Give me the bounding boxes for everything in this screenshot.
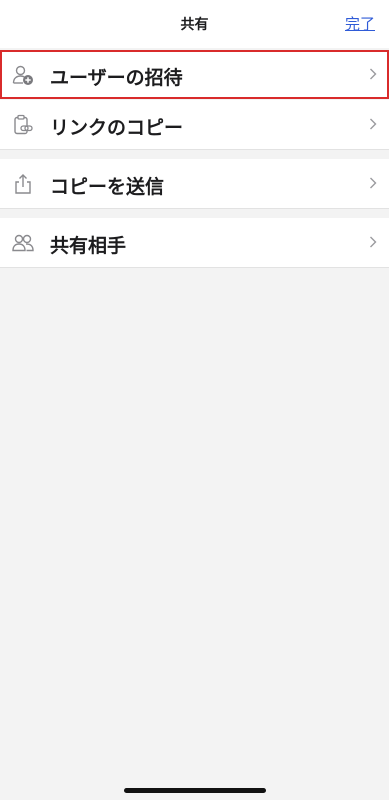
menu-item-label: リンクのコピー [50,117,184,139]
menu-item-copy-link[interactable]: リンクのコピー [0,100,389,149]
chevron-right-icon [370,177,377,189]
home-indicator[interactable] [124,788,266,793]
menu-item-invite-user[interactable]: ユーザーの招待 [0,50,389,99]
chevron-right-icon [370,118,377,130]
menu-item-label: 共有相手 [50,235,127,257]
menu-item-label: コピーを送信 [50,176,165,198]
menu-item-shared-with[interactable]: 共有相手 [0,218,389,267]
divider [0,208,389,209]
navigation-bar: 共有 完了 [0,0,389,48]
chevron-right-icon [370,68,377,80]
menu-item-send-copy[interactable]: コピーを送信 [0,159,389,208]
people-icon [12,234,34,252]
invite-user-icon [12,65,33,85]
divider [0,267,389,268]
done-button[interactable]: 完了 [345,13,375,34]
share-upload-icon [15,174,31,194]
copy-link-icon [14,114,33,135]
chevron-right-icon [370,236,377,248]
page-title: 共有 [180,17,209,33]
divider [0,149,389,150]
menu-item-label: ユーザーの招待 [50,67,183,89]
